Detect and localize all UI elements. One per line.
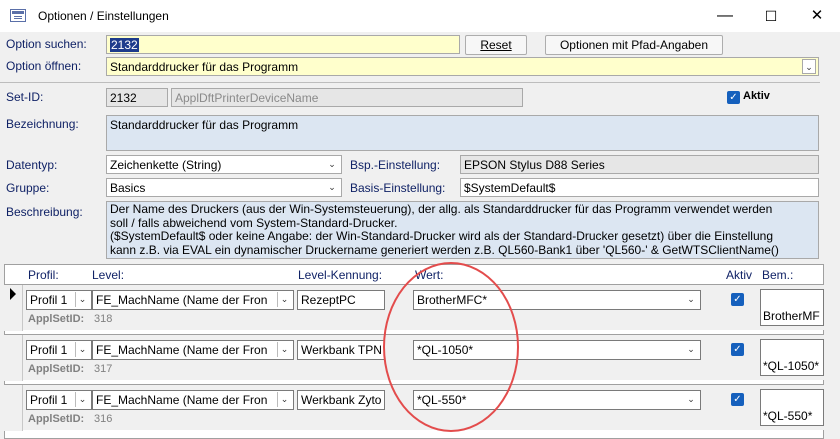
chevron-down-icon[interactable]: ⌄	[684, 292, 698, 307]
chevron-down-icon[interactable]: ⌄	[75, 292, 89, 307]
profil-value: Profil 1	[30, 343, 68, 357]
minimize-button[interactable]: —	[702, 0, 748, 32]
path-options-button[interactable]: Optionen mit Pfad-Angaben	[545, 35, 723, 55]
chevron-down-icon[interactable]: ⌄	[684, 392, 698, 407]
chevron-down-icon[interactable]: ⌄	[277, 342, 291, 357]
gruppe-label: Gruppe:	[6, 181, 50, 195]
setid-name-field: ApplDftPrinterDeviceName	[171, 88, 523, 107]
bezeichnung-field[interactable]: Standarddrucker für das Programm	[106, 115, 819, 151]
aktiv-checkbox[interactable]: ✓	[727, 91, 740, 104]
vertical-scrollbar[interactable]	[824, 260, 840, 439]
profil-combo[interactable]: Profil 1 ⌄	[26, 340, 92, 360]
bezeichnung-label: Bezeichnung:	[6, 117, 79, 131]
level-value: FE_MachName (Name der Fron	[96, 393, 268, 407]
applsetid-label: ApplSetID:	[28, 313, 85, 325]
basis-label: Basis-Einstellung:	[350, 181, 446, 195]
beschreibung-field[interactable]: Der Name des Druckers (aus der Win-Syste…	[106, 201, 819, 259]
highlight-ellipse	[383, 262, 519, 432]
aktiv-label: Aktiv	[743, 90, 770, 102]
kennung-field[interactable]: Werkbank Zyto	[297, 390, 385, 410]
bem-value: BrotherMF	[763, 309, 820, 323]
applsetid-value: 316	[94, 413, 113, 425]
level-combo[interactable]: FE_MachName (Name der Fron ⌄	[92, 390, 294, 410]
beschreibung-line: soll / falls abweichend vom System-Stand…	[110, 215, 398, 230]
chevron-down-icon[interactable]: ⌄	[75, 392, 89, 407]
bem-field[interactable]: *QL-1050*	[760, 339, 824, 376]
chevron-down-icon[interactable]: ⌄	[802, 59, 816, 74]
close-button[interactable]: ✕	[794, 0, 840, 32]
datentyp-value: Zeichenkette (String)	[110, 158, 222, 172]
bem-value: *QL-550*	[763, 409, 813, 423]
bem-field[interactable]: BrotherMF	[760, 289, 824, 326]
current-record-icon	[10, 288, 16, 300]
level-combo[interactable]: FE_MachName (Name der Fron ⌄	[92, 340, 294, 360]
row-aktiv-checkbox[interactable]: ✓	[731, 393, 744, 406]
header-bem: Bem.:	[762, 268, 794, 282]
open-option-value: Standarddrucker für das Programm	[110, 60, 299, 74]
gruppe-combo[interactable]: Basics ⌄	[106, 178, 342, 197]
gruppe-value: Basics	[110, 181, 146, 195]
reset-button[interactable]: Reset	[465, 35, 527, 55]
profil-value: Profil 1	[30, 393, 68, 407]
datentyp-combo[interactable]: Zeichenkette (String) ⌄	[106, 155, 342, 174]
level-value: FE_MachName (Name der Fron	[96, 293, 268, 307]
record-selector[interactable]	[4, 385, 23, 431]
window-title: Optionen / Einstellungen	[38, 9, 169, 23]
setid-field: 2132	[106, 88, 168, 107]
profil-combo[interactable]: Profil 1 ⌄	[26, 390, 92, 410]
kennung-field[interactable]: Werkbank TPN	[297, 340, 385, 360]
search-input-value: 2132	[110, 38, 139, 52]
open-option-combo[interactable]: Standarddrucker für das Programm ⌄	[106, 57, 819, 76]
header-kennung: Level-Kennung:	[298, 268, 383, 282]
applsetid-label: ApplSetID:	[28, 363, 85, 375]
setid-label: Set-ID:	[6, 90, 44, 104]
chevron-down-icon[interactable]: ⌄	[75, 342, 89, 357]
open-label: Option öffnen:	[6, 59, 82, 73]
beschreibung-label: Beschreibung:	[6, 205, 83, 219]
applsetid-value: 317	[94, 363, 113, 375]
title-bar: Optionen / Einstellungen — ☐ ✕	[0, 0, 840, 32]
bsp-label: Bsp.-Einstellung:	[350, 158, 441, 172]
search-input[interactable]: 2132	[106, 35, 460, 54]
header-level: Level:	[92, 268, 125, 282]
profil-value: Profil 1	[30, 293, 68, 307]
applsetid-value: 318	[94, 313, 113, 325]
row-aktiv-checkbox[interactable]: ✓	[731, 343, 744, 356]
basis-field[interactable]: $SystemDefault$	[460, 178, 819, 197]
chevron-down-icon[interactable]: ⌄	[325, 180, 339, 195]
beschreibung-line: ($SystemDefault$ oder keine Angabe: der …	[110, 229, 773, 243]
record-selector[interactable]	[4, 285, 23, 331]
divider	[0, 82, 820, 83]
record-selector[interactable]	[4, 335, 23, 381]
header-profil: Profil:	[28, 268, 59, 282]
chevron-down-icon[interactable]: ⌄	[277, 392, 291, 407]
kennung-field[interactable]: RezeptPC	[297, 290, 385, 310]
profil-combo[interactable]: Profil 1 ⌄	[26, 290, 92, 310]
chevron-down-icon[interactable]: ⌄	[684, 342, 698, 357]
search-label: Option suchen:	[6, 37, 87, 51]
header-aktiv: Aktiv	[726, 268, 753, 282]
bsp-field: EPSON Stylus D88 Series	[460, 155, 819, 174]
form-icon	[10, 9, 26, 22]
maximize-button[interactable]: ☐	[748, 0, 794, 32]
level-value: FE_MachName (Name der Fron	[96, 343, 268, 357]
bem-value: *QL-1050*	[763, 359, 820, 373]
level-combo[interactable]: FE_MachName (Name der Fron ⌄	[92, 290, 294, 310]
row-aktiv-checkbox[interactable]: ✓	[731, 293, 744, 306]
beschreibung-line: kann z.B. via EVAL ein dynamischer Druck…	[110, 242, 779, 257]
datentyp-label: Datentyp:	[6, 158, 58, 172]
chevron-down-icon[interactable]: ⌄	[325, 157, 339, 172]
applsetid-label: ApplSetID:	[28, 413, 85, 425]
bem-field[interactable]: *QL-550*	[760, 389, 824, 426]
chevron-down-icon[interactable]: ⌄	[277, 292, 291, 307]
beschreibung-line: Der Name des Druckers (aus der Win-Syste…	[110, 202, 773, 216]
